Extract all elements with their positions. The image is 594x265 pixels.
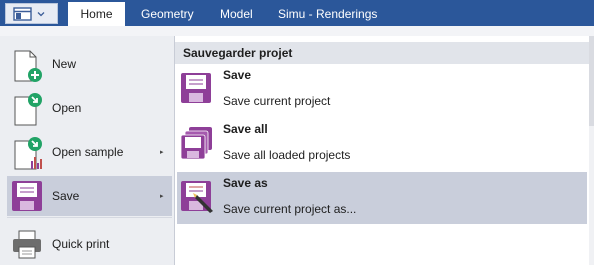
open-sample-icon: [11, 135, 45, 174]
sidebar-item-label: Quick print: [52, 237, 110, 251]
option-save-all[interactable]: Save all Save all loaded projects: [177, 118, 587, 170]
tab-simu-renderings[interactable]: Simu - Renderings: [278, 0, 377, 26]
app-menu-button[interactable]: [5, 3, 58, 24]
sidebar-item-new[interactable]: New: [7, 44, 172, 84]
sidebar-item-label: Save: [52, 189, 80, 203]
ribbon-underbar: [0, 26, 594, 36]
sidebar-item-open-sample[interactable]: Open sample ▸: [7, 132, 172, 172]
open-file-icon: [11, 91, 45, 130]
panel-title: Sauvegarder projet: [175, 42, 589, 64]
floppy-disk-icon: [180, 72, 212, 107]
tab-geometry[interactable]: Geometry: [141, 0, 194, 26]
option-save[interactable]: Save Save current project: [177, 64, 587, 116]
printer-icon: [11, 228, 43, 263]
save-options-panel: Sauvegarder projet Save Save current pro…: [175, 36, 589, 265]
new-file-icon: [11, 48, 45, 87]
option-description: Save current project: [223, 94, 331, 108]
backstage-sidebar: New Open Open sample ▸ Save ▸ Quick prin…: [0, 36, 174, 265]
sidebar-item-label: Open: [52, 101, 82, 115]
option-title: Save as: [223, 176, 268, 190]
scrollbar-thumb[interactable]: [589, 36, 594, 126]
sidebar-divider: [7, 217, 172, 218]
ribbon-bar: Home Geometry Model Simu - Renderings: [0, 0, 594, 26]
floppy-disk-icon: [11, 180, 43, 215]
submenu-arrow-icon: ▸: [160, 149, 164, 156]
sidebar-item-quick-print[interactable]: Quick print: [7, 224, 172, 264]
sidebar-item-open[interactable]: Open: [7, 88, 172, 128]
sidebar-item-label: New: [52, 57, 77, 71]
option-title: Save all: [223, 122, 268, 136]
tab-model[interactable]: Model: [220, 0, 253, 26]
sidebar-item-save[interactable]: Save ▸: [7, 176, 172, 216]
option-save-as[interactable]: Save as Save current project as...: [177, 172, 587, 224]
scrollbar[interactable]: [589, 36, 594, 265]
option-title: Save: [223, 68, 252, 82]
floppy-stack-icon: [180, 126, 214, 163]
floppy-pen-icon: [180, 180, 216, 217]
option-description: Save current project as...: [223, 202, 357, 216]
submenu-arrow-icon: ▸: [160, 193, 164, 200]
tab-home[interactable]: Home: [68, 2, 125, 26]
sidebar-item-label: Open sample: [52, 145, 124, 159]
option-description: Save all loaded projects: [223, 148, 351, 162]
app-menu-icon: [13, 7, 45, 21]
